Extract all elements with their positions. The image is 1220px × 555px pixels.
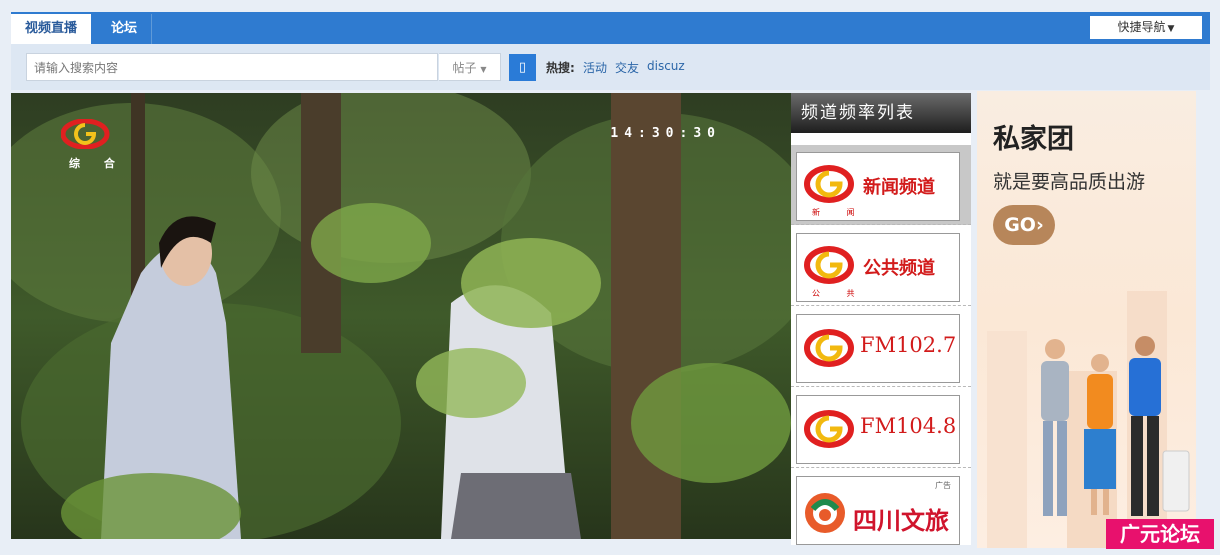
hot-link-discuz[interactable]: discuz bbox=[647, 59, 685, 73]
ad-title: 私家团 bbox=[993, 124, 1074, 155]
channel-label: 新闻频道 bbox=[863, 177, 935, 198]
search-type-label: 帖子 bbox=[452, 61, 477, 75]
sichuan-tourism-logo-icon bbox=[805, 493, 845, 533]
hot-search-label: 热搜: bbox=[546, 61, 575, 75]
channel-card: 公 共 公共频道 bbox=[796, 233, 960, 302]
channel-logo-label: 综 合 bbox=[69, 157, 125, 170]
channel-card: FM102.7 bbox=[796, 314, 960, 383]
ad-tag: 广告 bbox=[935, 481, 951, 490]
channel-label: FM102.7 bbox=[860, 333, 957, 357]
channel-card: FM104.8 bbox=[796, 395, 960, 464]
chevron-down-icon: ▼ bbox=[1167, 24, 1175, 34]
site-watermark: 广元论坛 bbox=[1106, 519, 1214, 549]
channel-item-fm1027[interactable]: FM102.7 bbox=[791, 307, 971, 387]
search-type-select[interactable]: 帖子 ▼ bbox=[439, 53, 501, 81]
side-advertisement[interactable]: 私家团 就是要高品质出游 GO› bbox=[977, 91, 1196, 548]
tab-live-video[interactable]: 视频直播 bbox=[11, 14, 92, 44]
channel-logo-icon bbox=[804, 329, 854, 367]
video-frame bbox=[11, 93, 791, 539]
channel-ad-sichuan-tourism[interactable]: 广告 四川文旅 bbox=[791, 469, 971, 549]
chevron-down-icon: ▼ bbox=[480, 65, 487, 74]
ad-subtitle: 就是要高品质出游 bbox=[993, 171, 1146, 193]
top-nav-bar: 视频直播 论坛 快捷导航 ▼ bbox=[11, 12, 1210, 44]
ad-card: 广告 四川文旅 bbox=[796, 476, 960, 545]
search-bar: 请输入搜索内容 帖子 ▼ ▯ 热搜: 活动 交友 discuz bbox=[11, 44, 1210, 90]
ad-label: 四川文旅 bbox=[853, 507, 949, 535]
hot-link-activity[interactable]: 活动 bbox=[583, 59, 607, 76]
travelers-illustration bbox=[1041, 336, 1190, 516]
channel-sub-label: 新 闻 bbox=[812, 208, 867, 217]
channel-label: 公共频道 bbox=[863, 258, 935, 279]
channel-label: FM104.8 bbox=[860, 414, 957, 438]
channel-list-header: 频道频率列表 bbox=[791, 93, 971, 133]
channel-item-fm1048[interactable]: FM104.8 bbox=[791, 388, 971, 468]
video-player[interactable]: 综 合 14:30:30 bbox=[11, 93, 791, 539]
ad-go-label: GO bbox=[1004, 214, 1036, 236]
channel-logo-icon bbox=[804, 246, 854, 284]
channel-list: 频道频率列表 新 闻 新闻频道 公 共 公共频道 FM102.7 FM104.8… bbox=[791, 93, 971, 545]
channel-card: 新 闻 新闻频道 bbox=[796, 152, 960, 221]
tv-channel-logo bbox=[61, 119, 110, 149]
hot-link-friends[interactable]: 交友 bbox=[615, 59, 639, 76]
video-clock: 14:30:30 bbox=[610, 126, 721, 141]
channel-item-public[interactable]: 公 共 公共频道 bbox=[791, 226, 971, 306]
quick-nav-label: 快捷导航 bbox=[1117, 20, 1166, 34]
tab-forum[interactable]: 论坛 bbox=[97, 14, 153, 44]
search-input[interactable]: 请输入搜索内容 bbox=[26, 53, 438, 81]
search-icon: ▯ bbox=[518, 60, 527, 75]
quick-nav-button[interactable]: 快捷导航 ▼ bbox=[1090, 16, 1202, 39]
channel-logo-icon bbox=[804, 165, 854, 203]
channel-item-news[interactable]: 新 闻 新闻频道 bbox=[791, 145, 971, 225]
channel-logo-icon bbox=[804, 410, 854, 448]
channel-sub-label: 公 共 bbox=[812, 289, 867, 298]
ad-go-button[interactable]: GO› bbox=[993, 205, 1055, 245]
search-button[interactable]: ▯ bbox=[509, 54, 536, 81]
